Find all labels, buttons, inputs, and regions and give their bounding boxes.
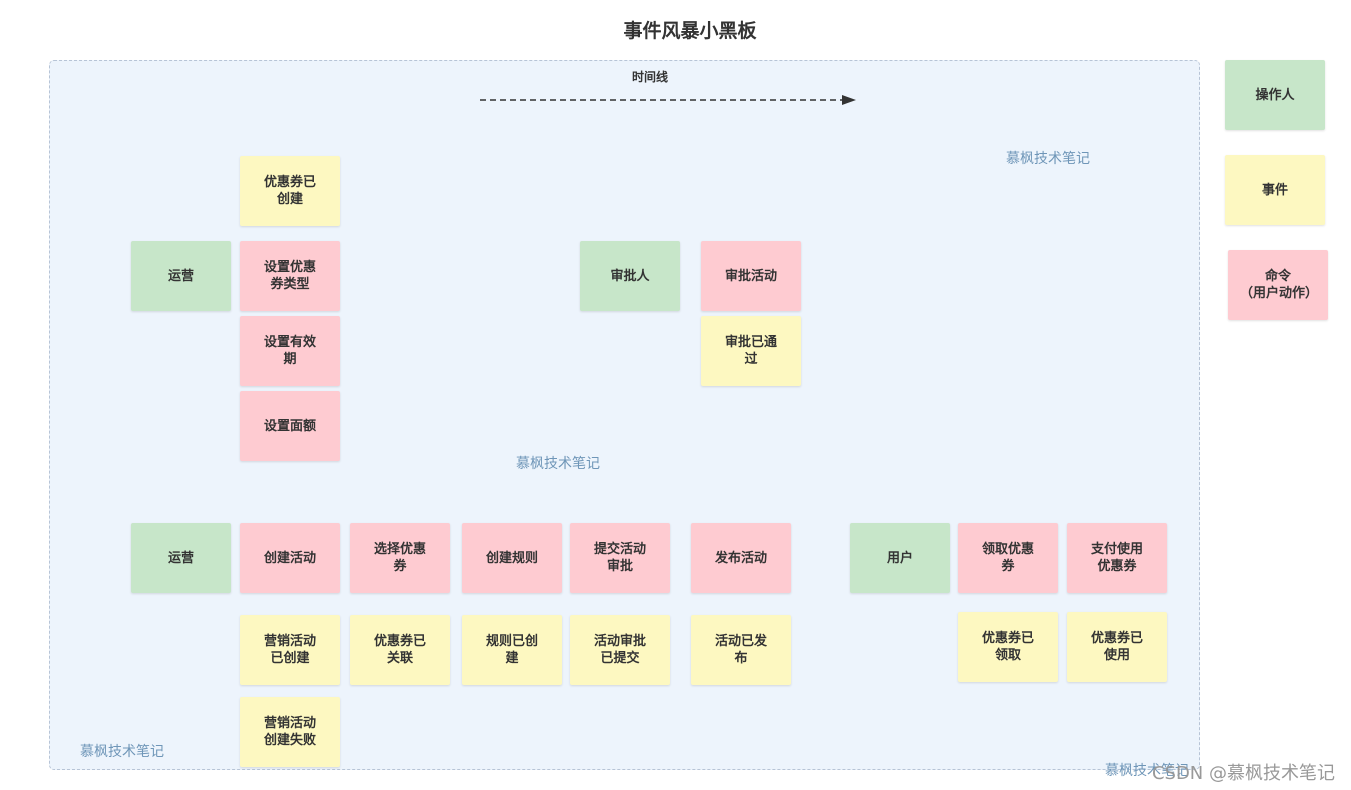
command-publish-activity: 发布活动 (691, 523, 791, 593)
legend-command: 命令 （用户动作） (1228, 250, 1328, 320)
command-select-coupon: 选择优惠 券 (350, 523, 450, 593)
command-create-activity: 创建活动 (240, 523, 340, 593)
event-approval-passed: 审批已通 过 (701, 316, 801, 386)
event-activity-created: 营销活动 已创建 (240, 615, 340, 685)
watermark-text: 慕枫技术笔记 (1006, 151, 1090, 167)
command-claim-coupon: 领取优惠 券 (958, 523, 1058, 593)
event-coupon-claimed: 优惠券已 领取 (958, 612, 1058, 682)
command-set-coupon-type: 设置优惠 券类型 (240, 241, 340, 311)
actor-operator-1: 运营 (131, 241, 231, 311)
command-pay-with-coupon: 支付使用 优惠券 (1067, 523, 1167, 593)
legend-event: 事件 (1225, 155, 1325, 225)
event-coupon-created: 优惠券已 创建 (240, 156, 340, 226)
event-coupon-used: 优惠券已 使用 (1067, 612, 1167, 682)
watermark-text: 慕枫技术笔记 (80, 744, 164, 760)
csdn-watermark: CSDN @慕枫技术笔记 (1151, 763, 1335, 784)
actor-operator-2: 运营 (131, 523, 231, 593)
event-rule-created: 规则已创 建 (462, 615, 562, 685)
board-title: 事件风暴小黑板 (623, 20, 757, 42)
command-approve-activity: 审批活动 (701, 241, 801, 311)
timeline-label: 时间线 (632, 70, 669, 84)
command-create-rule: 创建规则 (462, 523, 562, 593)
actor-approver: 审批人 (580, 241, 680, 311)
actor-user: 用户 (850, 523, 950, 593)
command-set-validity: 设置有效 期 (240, 316, 340, 386)
legend-actor: 操作人 (1225, 60, 1325, 130)
event-activity-create-failed: 营销活动 创建失败 (240, 697, 340, 767)
event-approval-submitted: 活动审批 已提交 (570, 615, 670, 685)
event-activity-published: 活动已发 布 (691, 615, 791, 685)
watermark-text: 慕枫技术笔记 (516, 456, 600, 472)
event-coupon-linked: 优惠券已 关联 (350, 615, 450, 685)
command-submit-approval: 提交活动 审批 (570, 523, 670, 593)
timeline-arrow-icon (480, 95, 856, 105)
command-set-amount: 设置面额 (240, 391, 340, 461)
